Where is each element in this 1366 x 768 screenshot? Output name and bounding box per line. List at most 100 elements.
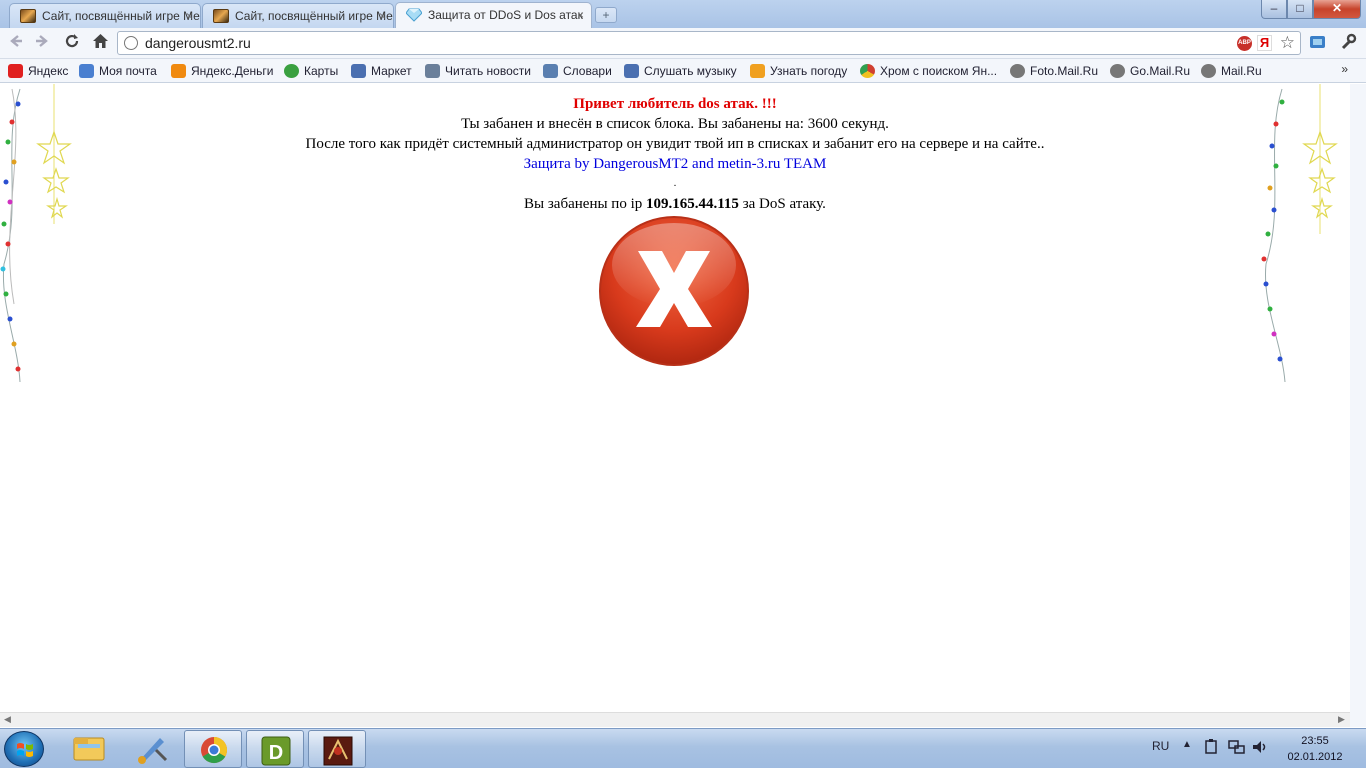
reload-button[interactable] [61, 33, 83, 53]
svg-text:D: D [269, 742, 283, 764]
forward-button[interactable] [31, 33, 53, 53]
horizontal-scrollbar[interactable]: ◀ ▶ [0, 712, 1350, 727]
bookmark-go-mail[interactable]: Go.Mail.Ru [1110, 62, 1190, 80]
ban-message: Привет любитель dos атак. !!! Ты забанен… [0, 94, 1350, 214]
tab-title: Защита от DDoS и Dos атак [428, 8, 583, 22]
game-favicon-icon [213, 9, 229, 23]
paint-tool-icon [138, 738, 168, 764]
bookmark-yandex[interactable]: Яндекс [8, 62, 68, 80]
ban-ip-suffix: за DoS атаку. [738, 196, 826, 212]
globe-icon [124, 36, 138, 50]
language-indicator[interactable]: RU [1152, 739, 1169, 753]
tab-close-icon[interactable]: × [379, 9, 386, 23]
taskbar-paint-tool[interactable] [122, 730, 180, 768]
taskbar-explorer[interactable] [60, 730, 118, 768]
taskbar-game[interactable] [308, 730, 366, 768]
music-bookmark-icon [624, 64, 639, 78]
vertical-scrollbar[interactable] [1350, 84, 1366, 727]
tab-title: Сайт, посвящённый игре Metin2 [235, 9, 393, 23]
home-button[interactable] [89, 33, 111, 53]
bookmarks-more-button[interactable]: » [1341, 62, 1348, 76]
clock-time: 23:55 [1301, 735, 1329, 747]
maps-bookmark-icon [284, 64, 299, 78]
taskbar-chrome[interactable] [184, 730, 242, 768]
explorer-icon [73, 737, 105, 761]
tab-metin2-2[interactable]: Сайт, посвящённый игре Metin2 × [202, 3, 394, 28]
chrome-bookmark-icon [860, 64, 875, 78]
browser-toolbar: dangerousmt2.ru ABP Я ☆ [0, 28, 1366, 59]
d-app-icon: D [261, 736, 291, 766]
maximize-button[interactable]: □ [1287, 0, 1313, 19]
diamond-favicon-icon [405, 8, 423, 22]
mailru-bookmark-icon [1010, 64, 1025, 78]
extension-icon[interactable] [1308, 33, 1328, 53]
bookmark-news[interactable]: Читать новости [425, 62, 531, 80]
credit-link[interactable]: Защита by DangerousMT2 and metin-3.ru TE… [0, 154, 1350, 174]
forward-arrow-icon [36, 35, 48, 47]
ban-ip-line: Вы забанены по ip 109.165.44.115 за DoS … [0, 194, 1350, 214]
bookmark-market[interactable]: Маркет [351, 62, 412, 80]
new-tab-button[interactable]: + [595, 7, 617, 23]
mailru-bookmark-icon [1110, 64, 1125, 78]
chrome-icon [201, 736, 228, 764]
tab-metin2-1[interactable]: Сайт, посвящённый игре Metin2 × [9, 3, 201, 28]
reload-icon [65, 34, 79, 48]
tray-expand-icon[interactable]: ▲ [1182, 739, 1192, 750]
ban-duration-text: Ты забанен и внесён в список блока. Вы з… [461, 116, 889, 132]
page-title: Привет любитель dos атак. !!! [573, 96, 777, 112]
bookmark-star-icon[interactable]: ☆ [1280, 33, 1295, 53]
game-app-icon [323, 736, 353, 766]
news-bookmark-icon [425, 64, 440, 78]
web-page: Привет любитель dos атак. !!! Ты забанен… [0, 84, 1350, 712]
bookmark-mail[interactable]: Моя почта [79, 62, 157, 80]
tray-device-icon[interactable] [1204, 739, 1218, 758]
system-clock[interactable]: 23:55 02.01.2012 [1280, 733, 1350, 765]
bookmark-weather[interactable]: Узнать погоду [750, 62, 847, 80]
weather-bookmark-icon [750, 64, 765, 78]
market-bookmark-icon [351, 64, 366, 78]
tab-title: Сайт, посвящённый игре Metin2 [42, 9, 200, 23]
dictionary-bookmark-icon [543, 64, 558, 78]
bookmark-foto-mail[interactable]: Foto.Mail.Ru [1010, 62, 1098, 80]
start-button[interactable] [4, 731, 44, 767]
home-icon [92, 34, 108, 48]
wrench-icon[interactable] [1338, 33, 1358, 53]
bookmark-chrome-yandex[interactable]: Хром с поиском Ян... [860, 62, 997, 80]
bookmarks-bar: Яндекс Моя почта Яндекс.Деньги Карты Мар… [0, 59, 1366, 83]
scroll-left-arrow-icon[interactable]: ◀ [4, 714, 11, 725]
scroll-right-arrow-icon[interactable]: ▶ [1338, 714, 1345, 725]
back-button[interactable] [5, 33, 27, 53]
separator-dot: . [673, 178, 677, 189]
address-bar[interactable]: dangerousmt2.ru ABP Я ☆ [117, 31, 1301, 55]
tab-close-icon[interactable]: × [577, 8, 584, 22]
bookmark-dictionaries[interactable]: Словари [543, 62, 612, 80]
bookmark-mail-ru[interactable]: Mail.Ru [1201, 62, 1262, 80]
taskbar-d-app[interactable]: D [246, 730, 304, 768]
address-url[interactable]: dangerousmt2.ru [145, 35, 251, 51]
mailru-bookmark-icon [1201, 64, 1216, 78]
bookmark-music[interactable]: Слушать музыку [624, 62, 737, 80]
yandex-icon[interactable]: Я [1257, 35, 1272, 51]
ban-ip-prefix: Вы забанены по ip [524, 196, 646, 212]
network-icon[interactable] [1228, 739, 1246, 758]
tab-close-icon[interactable]: × [186, 9, 193, 23]
browser-tab-strip: Сайт, посвящённый игре Metin2 × Сайт, по… [0, 0, 1366, 28]
admin-warning-text: После того как придёт системный админист… [305, 136, 1045, 152]
red-x-icon [599, 216, 749, 366]
bookmark-maps[interactable]: Карты [284, 62, 338, 80]
windows-logo-icon [17, 743, 33, 757]
money-bookmark-icon [171, 64, 186, 78]
mail-bookmark-icon [79, 64, 94, 78]
windows-taskbar: D RU ▲ 23:55 02.01.2012 [0, 728, 1366, 768]
game-favicon-icon [20, 9, 36, 23]
close-window-button[interactable]: ✕ [1313, 0, 1361, 19]
minimize-button[interactable]: – [1261, 0, 1287, 19]
back-arrow-icon [10, 35, 22, 47]
clock-date: 02.01.2012 [1287, 751, 1343, 763]
adblock-icon[interactable]: ABP [1237, 36, 1252, 51]
volume-icon[interactable] [1252, 739, 1268, 758]
yandex-bookmark-icon [8, 64, 23, 78]
banned-ip: 109.165.44.115 [646, 196, 739, 212]
tab-ddos-protection[interactable]: Защита от DDoS и Dos атак × [395, 2, 592, 28]
bookmark-money[interactable]: Яндекс.Деньги [171, 62, 273, 80]
